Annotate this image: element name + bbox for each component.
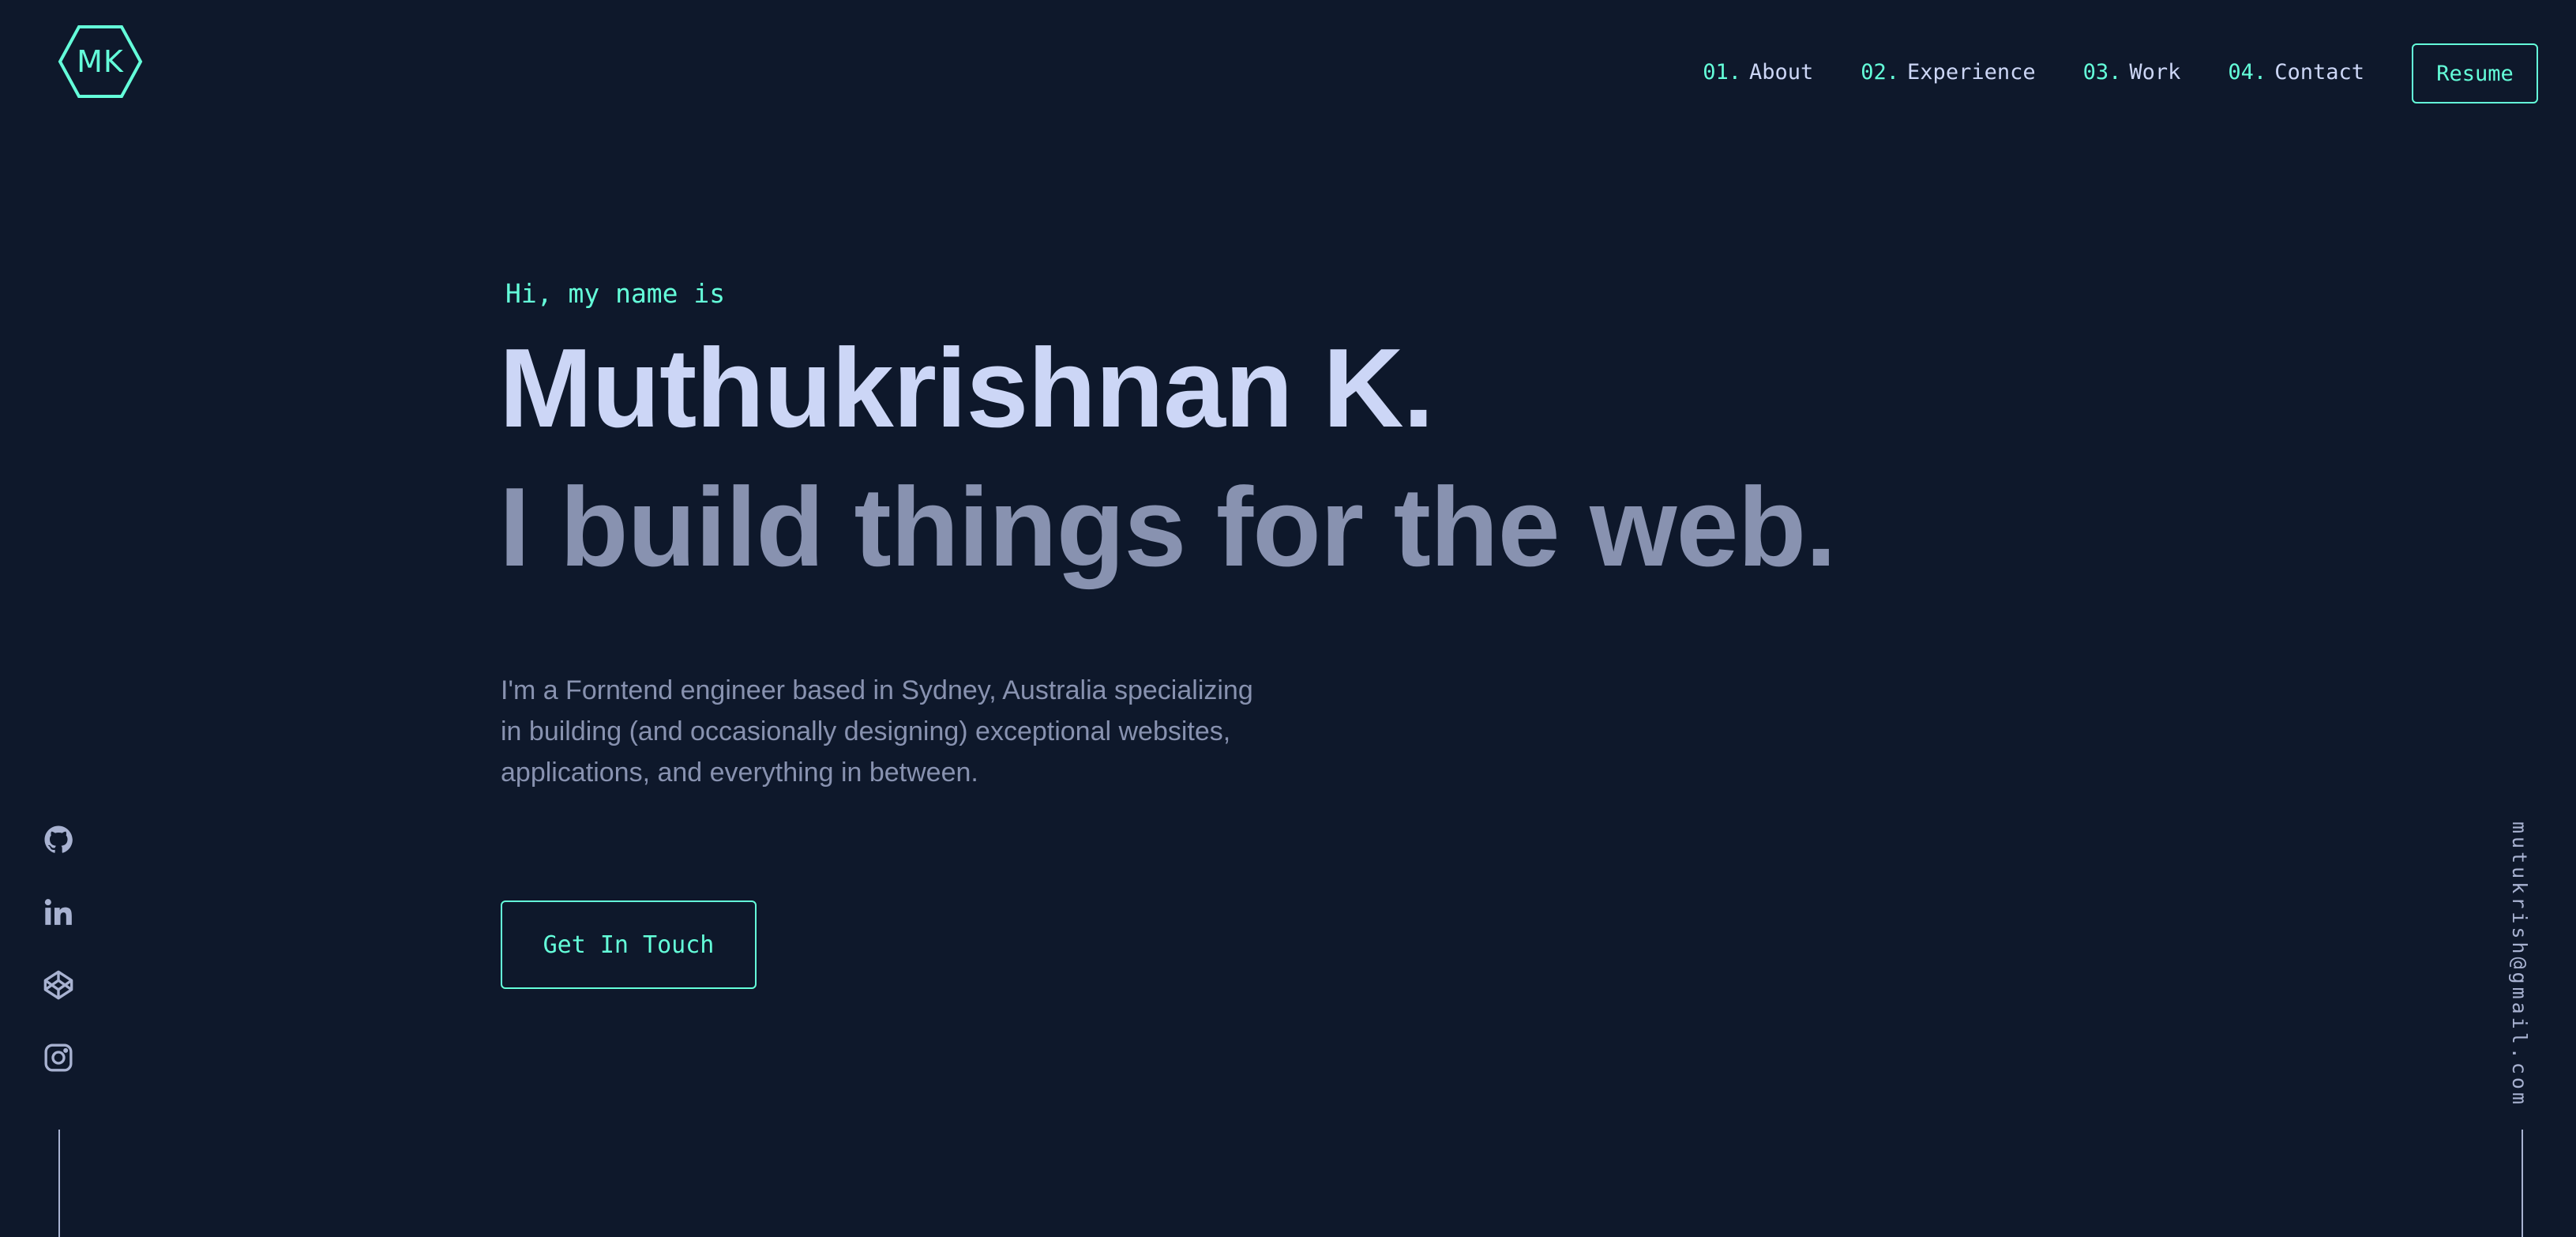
nav-item-work[interactable]: 03. Work bbox=[2083, 60, 2181, 85]
nav-item-contact[interactable]: 04. Contact bbox=[2228, 60, 2364, 85]
nav-label: About bbox=[1748, 60, 1814, 85]
nav-label: Contact bbox=[2274, 60, 2364, 85]
social-links bbox=[39, 822, 77, 1076]
left-rail-line bbox=[58, 1130, 60, 1237]
hero-description: I'm a Forntend engineer based in Sydney,… bbox=[501, 675, 1253, 788]
github-icon bbox=[44, 825, 73, 853]
right-rail-line bbox=[2522, 1130, 2523, 1237]
nav-number: 04. bbox=[2228, 60, 2267, 85]
codepen-icon bbox=[43, 970, 73, 1000]
nav-label: Work bbox=[2129, 60, 2181, 85]
instagram-link[interactable] bbox=[41, 1040, 76, 1076]
instagram-icon bbox=[44, 1043, 73, 1072]
resume-button[interactable]: Resume bbox=[2412, 43, 2538, 103]
nav-number: 01. bbox=[1703, 60, 1741, 85]
linkedin-link[interactable] bbox=[41, 894, 76, 931]
hero-greeting: Hi, my name is bbox=[505, 278, 726, 309]
nav-item-experience[interactable]: 02. Experience bbox=[1861, 60, 2035, 85]
github-link[interactable] bbox=[41, 822, 76, 858]
nav-label: Experience bbox=[1907, 60, 2036, 85]
get-in-touch-button[interactable]: Get In Touch bbox=[501, 900, 757, 989]
hero-tagline: I build things for the web. bbox=[499, 464, 1837, 590]
hero-name: Muthukrishnan K. bbox=[499, 325, 1434, 451]
nav-item-about[interactable]: 01. About bbox=[1703, 60, 1813, 85]
linkedin-icon bbox=[44, 899, 72, 925]
nav-number: 02. bbox=[1861, 60, 1900, 85]
email-link[interactable]: mutukrish@gmail.com bbox=[2508, 822, 2531, 1107]
codepen-link[interactable] bbox=[41, 967, 76, 1003]
logo[interactable]: MK bbox=[57, 24, 144, 100]
main-nav: 01. About 02. Experience 03. Work 04. Contac… bbox=[1703, 60, 2364, 85]
nav-number: 03. bbox=[2082, 60, 2122, 85]
logo-text: MK bbox=[77, 44, 124, 79]
